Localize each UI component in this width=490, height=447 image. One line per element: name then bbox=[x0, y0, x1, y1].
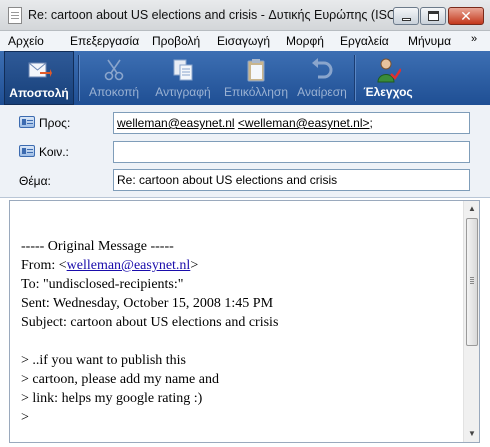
toolbar-separator bbox=[354, 55, 355, 101]
copy-button[interactable]: Αντιγραφή bbox=[147, 51, 219, 105]
sent-line: Sent: Wednesday, October 15, 2008 1:45 P… bbox=[21, 296, 274, 311]
to-line: To: "undisclosed-recipients:" bbox=[21, 277, 184, 292]
undo-button[interactable]: Αναίρεση bbox=[293, 51, 351, 105]
vertical-scrollbar[interactable]: ▲ ▼ bbox=[463, 201, 479, 442]
message-document-icon bbox=[8, 7, 22, 24]
message-header: Προς: welleman@easynet.nl <welleman@easy… bbox=[0, 105, 490, 198]
quote-line: > cartoon, please add my name and bbox=[21, 372, 219, 387]
copy-icon bbox=[173, 59, 193, 81]
subject-field[interactable]: Re: cartoon about US elections and crisi… bbox=[113, 169, 470, 191]
send-icon bbox=[28, 62, 52, 78]
maximize-icon bbox=[428, 11, 439, 21]
to-recipient-address[interactable]: <welleman@easynet.nl> bbox=[238, 116, 370, 130]
menu-view[interactable]: Προβολή bbox=[152, 34, 200, 48]
scroll-down-arrow-icon[interactable]: ▼ bbox=[464, 426, 479, 442]
message-body[interactable]: ----- Original Message ----- From: <well… bbox=[9, 200, 480, 443]
menu-tools[interactable]: Εργαλεία bbox=[340, 34, 389, 48]
toolbar: Αποστολή Αποκοπή Αντιγραφή Επικόλληση Αν bbox=[0, 51, 490, 105]
undo-icon bbox=[312, 58, 333, 79]
scissors-icon bbox=[104, 59, 124, 81]
quote-line: > bbox=[21, 410, 29, 425]
title-bar: Re: cartoon about US elections and crisi… bbox=[0, 0, 490, 31]
toolbar-separator bbox=[78, 55, 79, 101]
quote-line: > ..if you want to publish this bbox=[21, 353, 187, 368]
close-icon: ✕ bbox=[460, 8, 472, 24]
address-book-icon[interactable] bbox=[19, 116, 35, 128]
minimize-button[interactable] bbox=[393, 7, 419, 25]
paste-label: Επικόλληση bbox=[223, 85, 288, 99]
to-label[interactable]: Προς: bbox=[39, 116, 70, 130]
menu-file[interactable]: Αρχείο bbox=[8, 34, 44, 48]
cut-label: Αποκοπή bbox=[88, 85, 140, 99]
cc-label[interactable]: Κοιν.: bbox=[39, 145, 69, 159]
check-names-button[interactable]: Έλεγχος bbox=[358, 51, 418, 105]
scroll-thumb[interactable] bbox=[466, 218, 478, 346]
from-email-link[interactable]: welleman@easynet.nl bbox=[67, 258, 191, 273]
send-label: Αποστολή bbox=[9, 86, 69, 100]
send-button[interactable]: Αποστολή bbox=[4, 51, 74, 105]
check-names-person-icon bbox=[377, 58, 401, 83]
scroll-up-arrow-icon[interactable]: ▲ bbox=[464, 201, 479, 217]
from-prefix: From: < bbox=[21, 258, 67, 273]
address-book-icon[interactable] bbox=[19, 145, 35, 157]
original-message-separator: ----- Original Message ----- bbox=[21, 239, 174, 254]
to-field[interactable]: welleman@easynet.nl <welleman@easynet.nl… bbox=[113, 112, 470, 134]
menu-bar: Αρχείο Επεξεργασία Προβολή Εισαγωγή Μορφ… bbox=[0, 31, 490, 51]
menu-message[interactable]: Μήνυμα bbox=[408, 34, 451, 48]
maximize-button[interactable] bbox=[420, 7, 446, 25]
close-button[interactable]: ✕ bbox=[448, 7, 484, 25]
menu-overflow-chevron-icon[interactable]: » bbox=[471, 33, 477, 45]
cc-field[interactable] bbox=[113, 141, 470, 163]
menu-format[interactable]: Μορφή bbox=[286, 34, 324, 48]
from-suffix: > bbox=[190, 258, 199, 273]
subject-label: Θέμα: bbox=[19, 174, 51, 188]
window-title: Re: cartoon about US elections and crisi… bbox=[28, 8, 401, 22]
to-recipient-link[interactable]: welleman@easynet.nl bbox=[117, 116, 235, 130]
message-text[interactable]: ----- Original Message ----- From: <well… bbox=[21, 237, 278, 427]
clipboard-icon bbox=[247, 59, 265, 82]
quote-line: > link: helps my google rating :) bbox=[21, 391, 203, 406]
subject-line: Subject: cartoon about US elections and … bbox=[21, 315, 279, 330]
paste-button[interactable]: Επικόλληση bbox=[220, 51, 292, 105]
check-names-label: Έλεγχος bbox=[363, 85, 413, 99]
to-separator: ; bbox=[369, 116, 373, 130]
minimize-icon bbox=[402, 18, 411, 21]
menu-insert[interactable]: Εισαγωγή bbox=[217, 34, 270, 48]
undo-label: Αναίρεση bbox=[297, 85, 347, 99]
cut-button[interactable]: Αποκοπή bbox=[82, 51, 146, 105]
from-line: From: <welleman@easynet.nl> bbox=[21, 256, 278, 275]
menu-edit[interactable]: Επεξεργασία bbox=[70, 34, 139, 48]
copy-label: Αντιγραφή bbox=[155, 85, 211, 99]
